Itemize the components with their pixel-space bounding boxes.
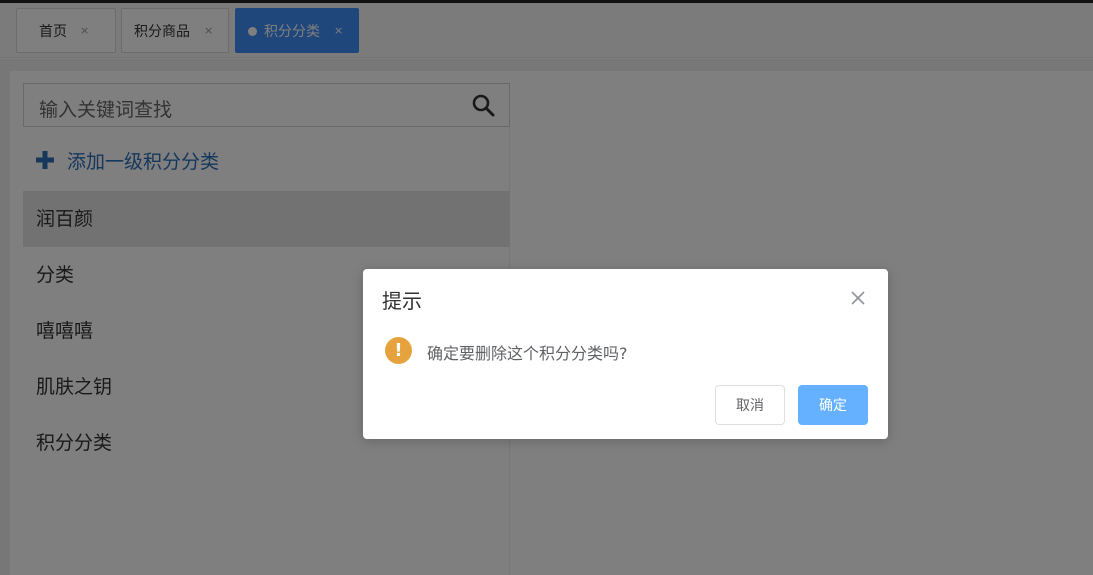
confirm-dialog: 提示 ! 确定要删除这个积分分类吗? 取消 确定	[363, 269, 888, 439]
confirm-button[interactable]: 确定	[798, 385, 868, 425]
close-icon[interactable]	[850, 290, 866, 306]
cancel-button[interactable]: 取消	[715, 385, 785, 425]
dialog-title: 提示	[382, 289, 422, 313]
dialog-message: 确定要删除这个积分分类吗?	[427, 344, 628, 363]
warning-icon: !	[385, 337, 412, 364]
